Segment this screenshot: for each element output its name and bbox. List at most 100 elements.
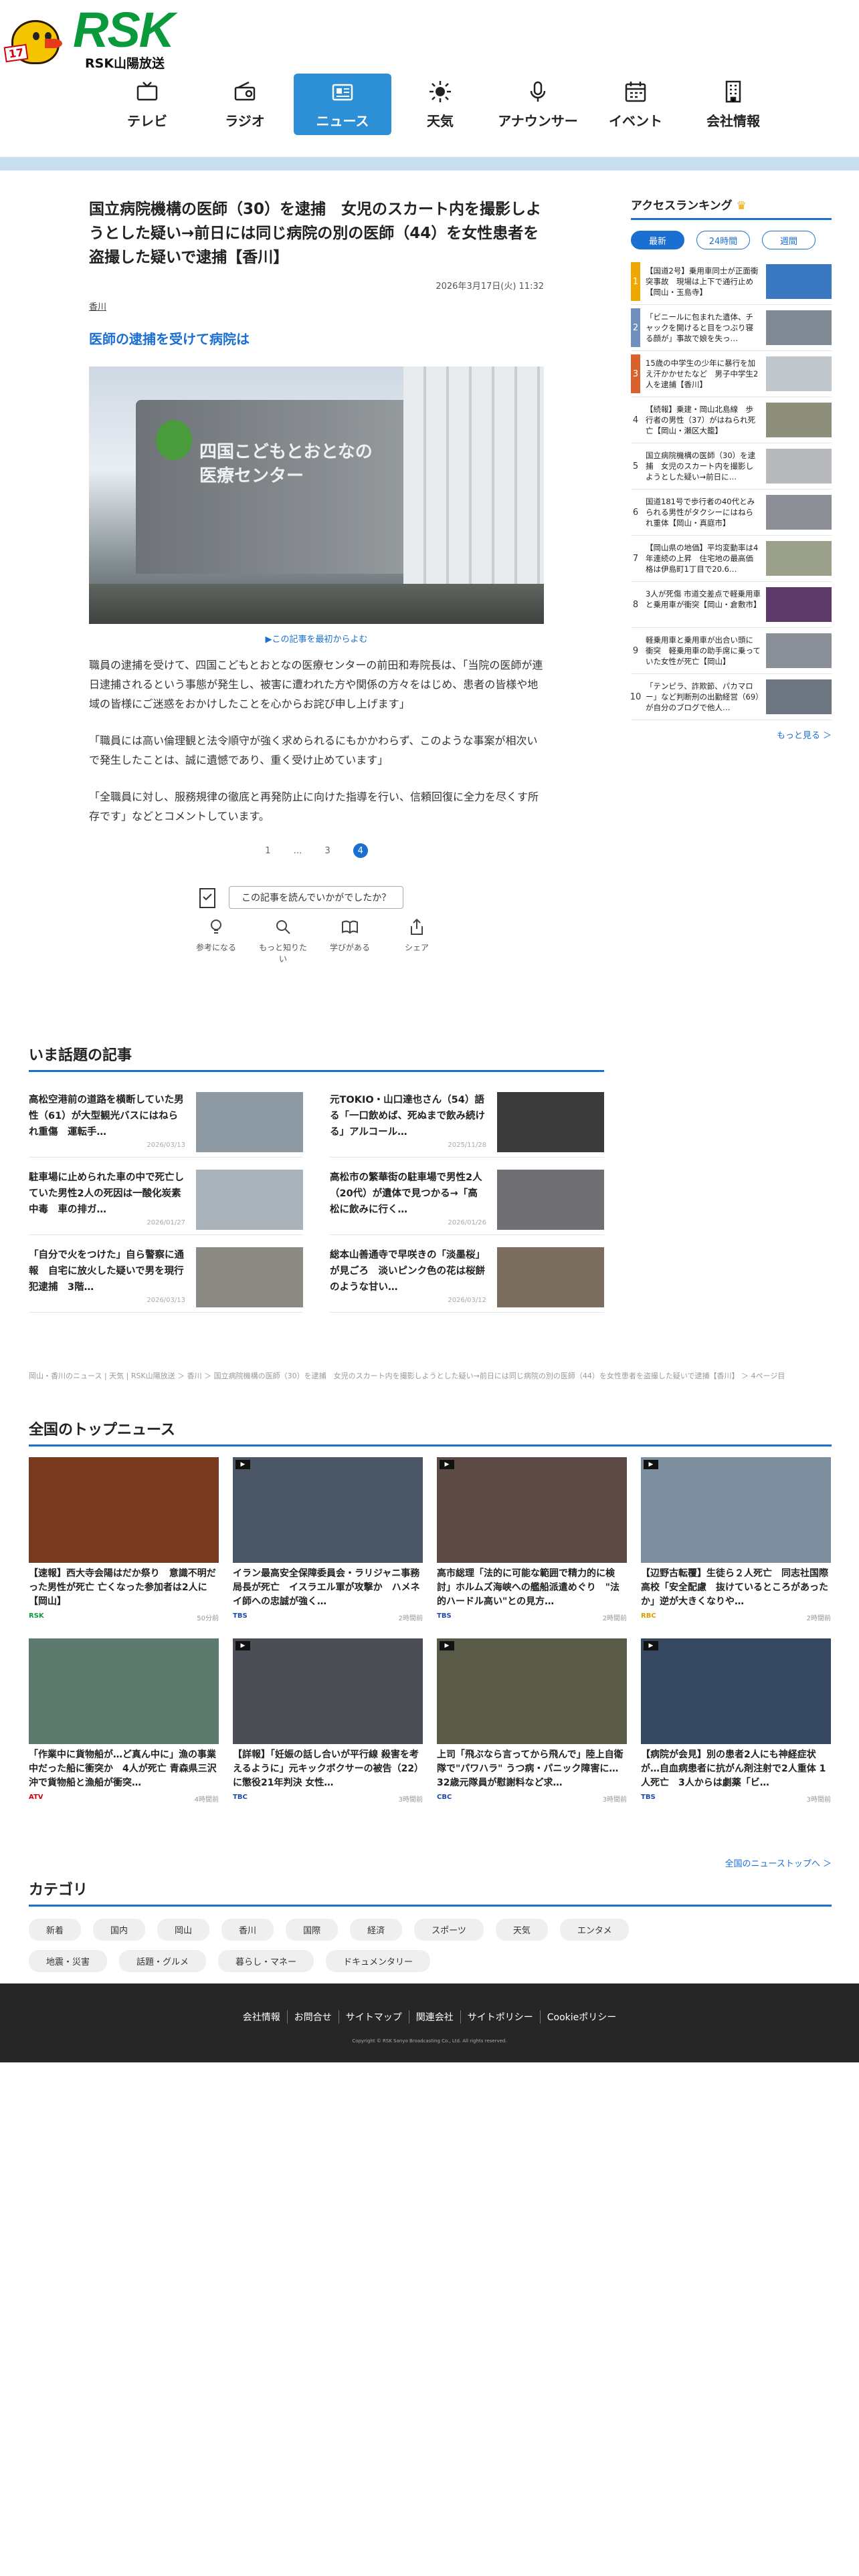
reaction-learn-button[interactable]: 学びがある	[323, 918, 377, 964]
nav-label: イベント	[609, 112, 662, 129]
trending-item[interactable]: 高松空港前の道路を横断していた男性（61）が大型観光バスにはねられ重傷 運転手……	[29, 1087, 303, 1158]
trending-item[interactable]: 駐車場に止められた車の中で死亡していた男性2人の死因は一酸化炭素中毒 車の排ガ……	[29, 1164, 303, 1235]
article-category-link[interactable]: 香川	[89, 300, 544, 312]
nav-item-0[interactable]: テレビ	[98, 74, 196, 135]
category-chip[interactable]: 国際	[286, 1919, 339, 1941]
national-news-title: 上司「飛ぶなら言ってから飛んで」陸上自衛隊で"パワハラ" うつ病・パニック障害に…	[437, 1749, 624, 1788]
nav-label: テレビ	[127, 112, 167, 129]
category-chip[interactable]: 天気	[495, 1919, 548, 1941]
site-header: 17 RSK RSK山陽放送 テレビ ラジオ ニュース 天気 アナウンサー イベント 会社情…	[0, 0, 859, 157]
category-chip[interactable]: エンタメ	[559, 1919, 630, 1941]
ranking-item[interactable]: 9 軽乗用車と乗用車が出合い頭に衝突 軽乗用車の助手席に乗っていた女性が死亡【岡山…	[631, 628, 832, 674]
category-chip[interactable]: 新着	[29, 1919, 82, 1941]
trending-item-date: 2026/01/27	[147, 1219, 185, 1226]
footer-link[interactable]: サイトマップ	[339, 2010, 409, 2024]
nav-item-3[interactable]: 天気	[391, 74, 489, 135]
news-time: 3時間前	[398, 1796, 423, 1804]
nav-item-4[interactable]: アナウンサー	[489, 74, 587, 135]
tab-24h[interactable]: 24時間	[696, 231, 750, 249]
footer-link[interactable]: 会社情報	[236, 2010, 288, 2024]
crown-icon: ♛	[736, 199, 747, 213]
footer-link[interactable]: 関連会社	[409, 2010, 461, 2024]
trending-item-date: 2026/03/13	[147, 1142, 185, 1149]
ranking-item[interactable]: 10 「テンピラ、詐欺節、パカマロー」など判断刑の出勤経営（69）が自分のブログで…	[630, 674, 832, 720]
nav-item-1[interactable]: ラジオ	[196, 74, 294, 135]
news-source: TBC	[233, 1794, 248, 1801]
rank-title: 国立病院機構の医師（30）を逮捕 女児のスカート内を撮影しようとした疑い→前日に…	[646, 451, 756, 481]
survey-icon	[199, 888, 215, 908]
national-news-card[interactable]: ▶ 【病院が会見】別の患者2人にも神経症状が…自血病患者に抗がん剤注射で2人重体 …	[641, 1638, 831, 1804]
category-chip[interactable]: スポーツ	[414, 1919, 484, 1941]
global-nav: テレビ ラジオ ニュース 天気 アナウンサー イベント 会社情報	[98, 74, 782, 135]
category-chip[interactable]: 暮らし・マネー	[218, 1950, 314, 1972]
national-news-card[interactable]: ▶ 【辺野古転覆】生徒ら２人死亡 同志社国際高校「安全配慮 抜けているところがあっ…	[641, 1457, 831, 1622]
ranking-tabs: 最新 24時間 週間	[631, 231, 832, 249]
national-news-card[interactable]: ▶ 高市総理「法的に可能な範囲で精力的に検討」ホルムズ海峡への艦船派遣めぐり "法…	[437, 1457, 627, 1622]
national-news-card[interactable]: 「作業中に貨物船が…ど真ん中に」漁の事業中だった船に衝突か 4人が死亡 青森県三…	[29, 1638, 219, 1804]
rank-thumbnail	[766, 310, 832, 345]
ranking-item[interactable]: 4 【続報】乗建・岡山北島線 歩行者の男性（37）がはねられ死亡【岡山・瀬区大籠】	[631, 397, 832, 443]
brand-subtitle: RSK山陽放送	[85, 56, 165, 71]
category-chip[interactable]: 香川	[221, 1919, 274, 1941]
feedback-prompt: この記事を読んでいかがでしたか？	[198, 886, 435, 909]
article-photo: 四国こどもとおとなの医療センター	[89, 366, 544, 624]
rank-title: 【続報】乗建・岡山北島線 歩行者の男性（37）がはねられ死亡【岡山・瀬区大籠】	[646, 405, 756, 435]
national-news-card[interactable]: ▶ 【詳報】「妊娠の話し合いが平行線 殺害を考えるように」元キックボクサーの被告（…	[233, 1638, 423, 1804]
ranking-item[interactable]: 7 【岡山県の地価】平均変動率は4年連続の上昇 住宅地の最高価格は伊島町1丁目で2…	[631, 536, 832, 582]
national-news-card[interactable]: 【速報】西大寺会陽はだか祭り 意識不明だった男性が死亡 亡くなった参加者は2人に…	[29, 1457, 219, 1622]
national-news-title: 高市総理「法的に可能な範囲で精力的に検討」ホルムズ海峡への艦船派遣めぐり "法的…	[437, 1568, 620, 1607]
share-button[interactable]: シェア	[390, 918, 444, 964]
national-news-card[interactable]: ▶ イラン最高安全保障委員会・ラリジャニ事務局長が死亡 イスラエル軍が攻撃か ハメ…	[233, 1457, 423, 1622]
video-play-icon: ▶	[644, 1460, 658, 1469]
nav-item-5[interactable]: イベント	[587, 74, 684, 135]
trending-item-thumbnail	[196, 1170, 303, 1230]
ranking-item[interactable]: 2 「ビニールに包まれた遺体、チャックを開けると目をつぶり寝る顔が」事故で娘を失っ…	[631, 305, 832, 351]
ranking-more-link[interactable]: もっと見る ＞	[631, 728, 832, 741]
category-chip[interactable]: 国内	[93, 1919, 146, 1941]
national-news-section: 全国のトップニュース 【速報】西大寺会陽はだか祭り 意識不明だった男性が死亡 亡…	[29, 1418, 832, 1869]
news-source: ATV	[29, 1794, 43, 1801]
trending-item-title: 元TOKIO・山口達也さん（54）語る「一口飲めば、死ぬまで飲み続ける」アルコー…	[330, 1095, 485, 1138]
category-chip[interactable]: 話題・グルメ	[119, 1950, 207, 1972]
national-news-more-link[interactable]: 全国のニューストップへ ＞	[725, 1856, 832, 1869]
ranking-item[interactable]: 8 3人が死傷 市道交差点で軽乗用車と乗用車が衝突【岡山・倉敷市】	[631, 582, 832, 628]
breadcrumb[interactable]: 岡山・香川のニュース | 天気 | RSK山陽放送 ＞ 香川 ＞ 国立病院機構の…	[29, 1371, 832, 1382]
footer-link[interactable]: Cookieポリシー	[541, 2010, 624, 2024]
microphone-icon	[530, 81, 546, 102]
reaction-useful-button[interactable]: 参考になる	[189, 918, 243, 964]
logo[interactable]: 17 RSK RSK山陽放送	[3, 5, 175, 72]
category-chip[interactable]: 地震・災害	[29, 1950, 108, 1972]
rank-number: 9	[632, 645, 639, 656]
trending-item[interactable]: 「自分で火をつけた」自ら警察に通報 自宅に放火した疑いで男を現行犯逮捕 3階… 2…	[29, 1242, 303, 1313]
category-chip[interactable]: ドキュメンタリー	[326, 1950, 431, 1972]
ranking-title: アクセスランキング ♛	[631, 196, 832, 220]
nav-item-2[interactable]: ニュース	[294, 74, 391, 135]
nav-label: 天気	[427, 112, 454, 129]
article-headline: 国立病院機構の医師（30）を逮捕 女児のスカート内を撮影しようとした疑い→前日に…	[89, 201, 542, 266]
ranking-item[interactable]: 1 【国道2号】乗用車同士が正面衝突事故 現場は上下で通行止め【岡山・玉島寺】	[631, 259, 832, 305]
reaction-more-button[interactable]: もっと知りたい	[256, 918, 310, 964]
trending-item-thumbnail	[497, 1092, 604, 1152]
news-time: 2時間前	[806, 1615, 831, 1622]
news-icon	[332, 84, 353, 100]
ranking-item[interactable]: 6 国道181号で歩行者の40代とみられる男性がタクシーにはねられ重体【岡山・真庭…	[631, 490, 832, 536]
footer-link[interactable]: お問合せ	[288, 2010, 339, 2024]
mascot-logo: 17	[3, 5, 68, 72]
footer-link[interactable]: サイトポリシー	[461, 2010, 541, 2024]
category-chip[interactable]: 経済	[350, 1919, 403, 1941]
national-news-card[interactable]: ▶ 上司「飛ぶなら言ってから飛んで」陸上自衛隊で"パワハラ" うつ病・パニック障害…	[437, 1638, 627, 1804]
trending-item[interactable]: 元TOKIO・山口達也さん（54）語る「一口飲めば、死ぬまで飲み続ける」アルコー…	[330, 1087, 604, 1158]
rank-thumbnail	[766, 449, 832, 484]
ranking-item[interactable]: 5 国立病院機構の医師（30）を逮捕 女児のスカート内を撮影しようとした疑い→前日…	[631, 443, 832, 490]
tab-latest[interactable]: 最新	[631, 231, 684, 249]
page-link[interactable]: 1	[265, 846, 270, 856]
rank-thumbnail	[766, 356, 832, 391]
ranking-item[interactable]: 3 15歳の中学生の少年に暴行を加え汗かかせたなど 男子中学生2人を逮捕【香川】	[631, 351, 832, 397]
read-from-start-link[interactable]: ▶この記事を最初からよむ	[89, 632, 544, 645]
page-link[interactable]: 3	[325, 846, 330, 856]
nav-item-6[interactable]: 会社情報	[684, 74, 782, 135]
trending-item[interactable]: 高松市の繁華街の駐車場で男性2人（20代）が遺体で見つかる→「高松に飲みに行く……	[330, 1164, 604, 1235]
tab-weekly[interactable]: 週間	[762, 231, 816, 249]
category-chip[interactable]: 岡山	[157, 1919, 210, 1941]
trending-item[interactable]: 総本山善通寺で早咲きの「淡墨桜」が見ごろ 淡いピンク色の花は桜餅のような甘い… 2…	[330, 1242, 604, 1313]
